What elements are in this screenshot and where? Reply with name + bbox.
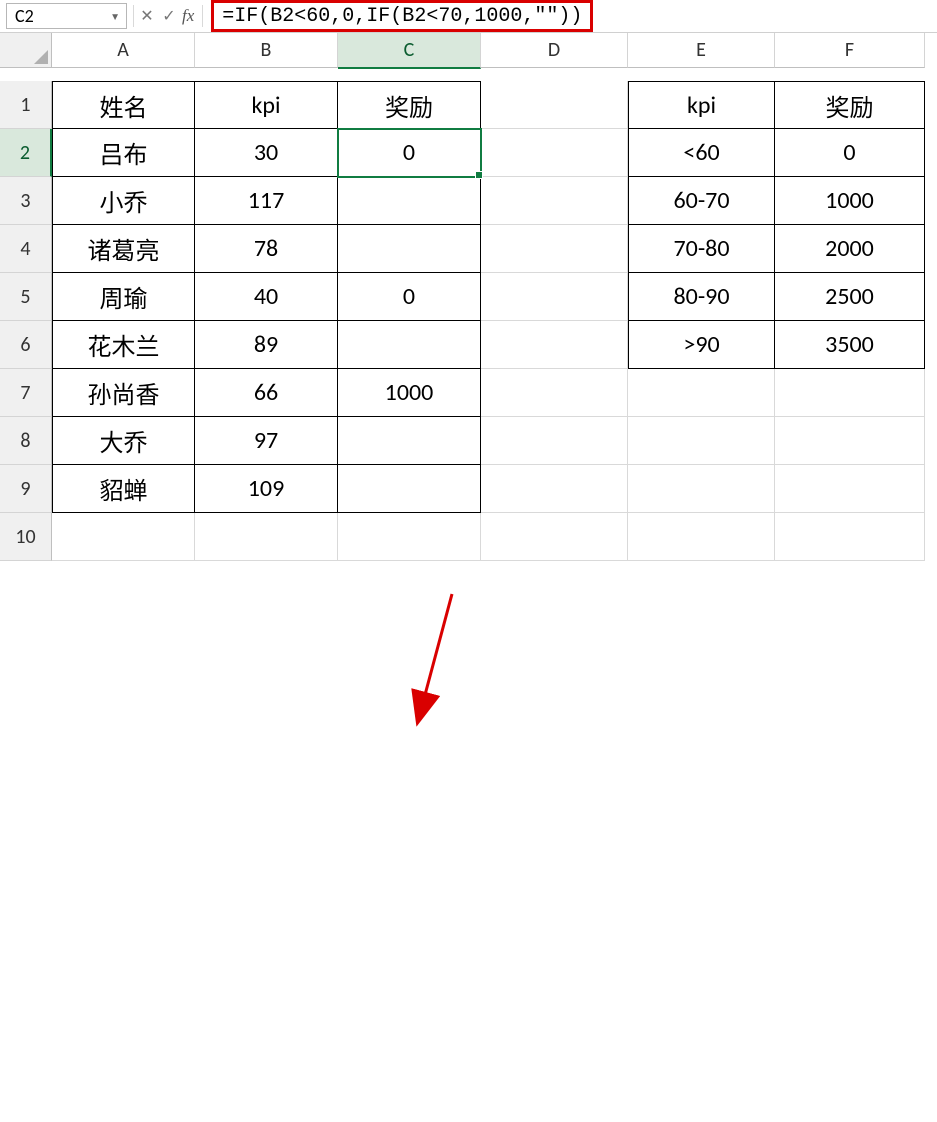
col-header-B[interactable]: B bbox=[195, 33, 338, 68]
row-header-1[interactable]: 1 bbox=[0, 81, 52, 129]
cell-E5[interactable]: 80-90 bbox=[628, 273, 775, 321]
cell-B9[interactable]: 109 bbox=[195, 465, 338, 513]
cell-D1[interactable] bbox=[481, 81, 628, 129]
cell-F9[interactable] bbox=[775, 465, 925, 513]
cell-E7[interactable] bbox=[628, 369, 775, 417]
cell-E2[interactable]: <60 bbox=[628, 129, 775, 177]
name-box[interactable]: C2 ▼ bbox=[6, 3, 127, 29]
cell-C5[interactable]: 0 bbox=[338, 273, 481, 321]
spreadsheet-grid[interactable]: A B C D E F 1 姓名 kpi 奖励 kpi 奖励 2 吕布 30 0… bbox=[0, 33, 937, 561]
cell-D6[interactable] bbox=[481, 321, 628, 369]
col-header-E[interactable]: E bbox=[628, 33, 775, 68]
formula-bar: C2 ▼ ✕ ✓ fx =IF(B2<60,0,IF(B2<70,1000,""… bbox=[0, 0, 937, 33]
cell-F3[interactable]: 1000 bbox=[775, 177, 925, 225]
cell-E3[interactable]: 60-70 bbox=[628, 177, 775, 225]
cell-A8[interactable]: 大乔 bbox=[52, 417, 195, 465]
cell-E9[interactable] bbox=[628, 465, 775, 513]
cell-A3[interactable]: 小乔 bbox=[52, 177, 195, 225]
cell-D2[interactable] bbox=[481, 129, 628, 177]
cell-F8[interactable] bbox=[775, 417, 925, 465]
col-header-A[interactable]: A bbox=[52, 33, 195, 68]
enter-icon[interactable]: ✓ bbox=[158, 2, 180, 30]
row-header-3[interactable]: 3 bbox=[0, 177, 52, 225]
row-header-6[interactable]: 6 bbox=[0, 321, 52, 369]
row-header-2[interactable]: 2 bbox=[0, 129, 52, 177]
cell-D8[interactable] bbox=[481, 417, 628, 465]
fx-icon[interactable]: fx bbox=[180, 6, 200, 26]
cell-C1[interactable]: 奖励 bbox=[338, 81, 481, 129]
cell-E4[interactable]: 70-80 bbox=[628, 225, 775, 273]
cell-A6[interactable]: 花木兰 bbox=[52, 321, 195, 369]
cell-D4[interactable] bbox=[481, 225, 628, 273]
cancel-icon[interactable]: ✕ bbox=[136, 2, 158, 30]
cell-C4[interactable] bbox=[338, 225, 481, 273]
cell-C6[interactable] bbox=[338, 321, 481, 369]
cell-F6[interactable]: 3500 bbox=[775, 321, 925, 369]
chevron-down-icon[interactable]: ▼ bbox=[110, 10, 120, 23]
cell-D3[interactable] bbox=[481, 177, 628, 225]
col-header-C[interactable]: C bbox=[338, 33, 481, 69]
cell-F4[interactable]: 2000 bbox=[775, 225, 925, 273]
cell-A1[interactable]: 姓名 bbox=[52, 81, 195, 129]
row-header-4[interactable]: 4 bbox=[0, 225, 52, 273]
cell-A4[interactable]: 诸葛亮 bbox=[52, 225, 195, 273]
col-header-F[interactable]: F bbox=[775, 33, 925, 68]
name-box-value: C2 bbox=[15, 5, 34, 27]
cell-F1[interactable]: 奖励 bbox=[775, 81, 925, 129]
cell-B4[interactable]: 78 bbox=[195, 225, 338, 273]
row-header-9[interactable]: 9 bbox=[0, 465, 52, 513]
formula-text[interactable]: =IF(B2<60,0,IF(B2<70,1000,"")) bbox=[211, 0, 593, 32]
col-header-D[interactable]: D bbox=[481, 33, 628, 68]
cell-D5[interactable] bbox=[481, 273, 628, 321]
cell-F5[interactable]: 2500 bbox=[775, 273, 925, 321]
cell-D9[interactable] bbox=[481, 465, 628, 513]
select-all-corner[interactable] bbox=[0, 33, 52, 68]
cell-C10[interactable] bbox=[338, 513, 481, 561]
cell-B6[interactable]: 89 bbox=[195, 321, 338, 369]
cell-D10[interactable] bbox=[481, 513, 628, 561]
row-header-8[interactable]: 8 bbox=[0, 417, 52, 465]
cell-A9[interactable]: 貂蝉 bbox=[52, 465, 195, 513]
cell-A7[interactable]: 孙尚香 bbox=[52, 369, 195, 417]
cell-E6[interactable]: >90 bbox=[628, 321, 775, 369]
cell-E10[interactable] bbox=[628, 513, 775, 561]
row-header-10[interactable]: 10 bbox=[0, 513, 52, 561]
cell-B7[interactable]: 66 bbox=[195, 369, 338, 417]
cell-C2[interactable]: 0 bbox=[338, 129, 481, 177]
cell-E8[interactable] bbox=[628, 417, 775, 465]
cell-A5[interactable]: 周瑜 bbox=[52, 273, 195, 321]
row-header-5[interactable]: 5 bbox=[0, 273, 52, 321]
row-header-7[interactable]: 7 bbox=[0, 369, 52, 417]
cell-D7[interactable] bbox=[481, 369, 628, 417]
cell-B3[interactable]: 117 bbox=[195, 177, 338, 225]
annotation-arrow bbox=[0, 561, 937, 1122]
cell-F2[interactable]: 0 bbox=[775, 129, 925, 177]
cell-B8[interactable]: 97 bbox=[195, 417, 338, 465]
cell-E1[interactable]: kpi bbox=[628, 81, 775, 129]
cell-B1[interactable]: kpi bbox=[195, 81, 338, 129]
cell-F7[interactable] bbox=[775, 369, 925, 417]
separator bbox=[202, 5, 203, 27]
formula-input-wrap[interactable]: =IF(B2<60,0,IF(B2<70,1000,"")) bbox=[205, 0, 937, 32]
cell-A2[interactable]: 吕布 bbox=[52, 129, 195, 177]
cell-B5[interactable]: 40 bbox=[195, 273, 338, 321]
cell-C8[interactable] bbox=[338, 417, 481, 465]
separator bbox=[133, 5, 134, 27]
cell-A10[interactable] bbox=[52, 513, 195, 561]
cell-B10[interactable] bbox=[195, 513, 338, 561]
cell-C9[interactable] bbox=[338, 465, 481, 513]
cell-B2[interactable]: 30 bbox=[195, 129, 338, 177]
cell-C3[interactable] bbox=[338, 177, 481, 225]
cell-F10[interactable] bbox=[775, 513, 925, 561]
cell-C7[interactable]: 1000 bbox=[338, 369, 481, 417]
